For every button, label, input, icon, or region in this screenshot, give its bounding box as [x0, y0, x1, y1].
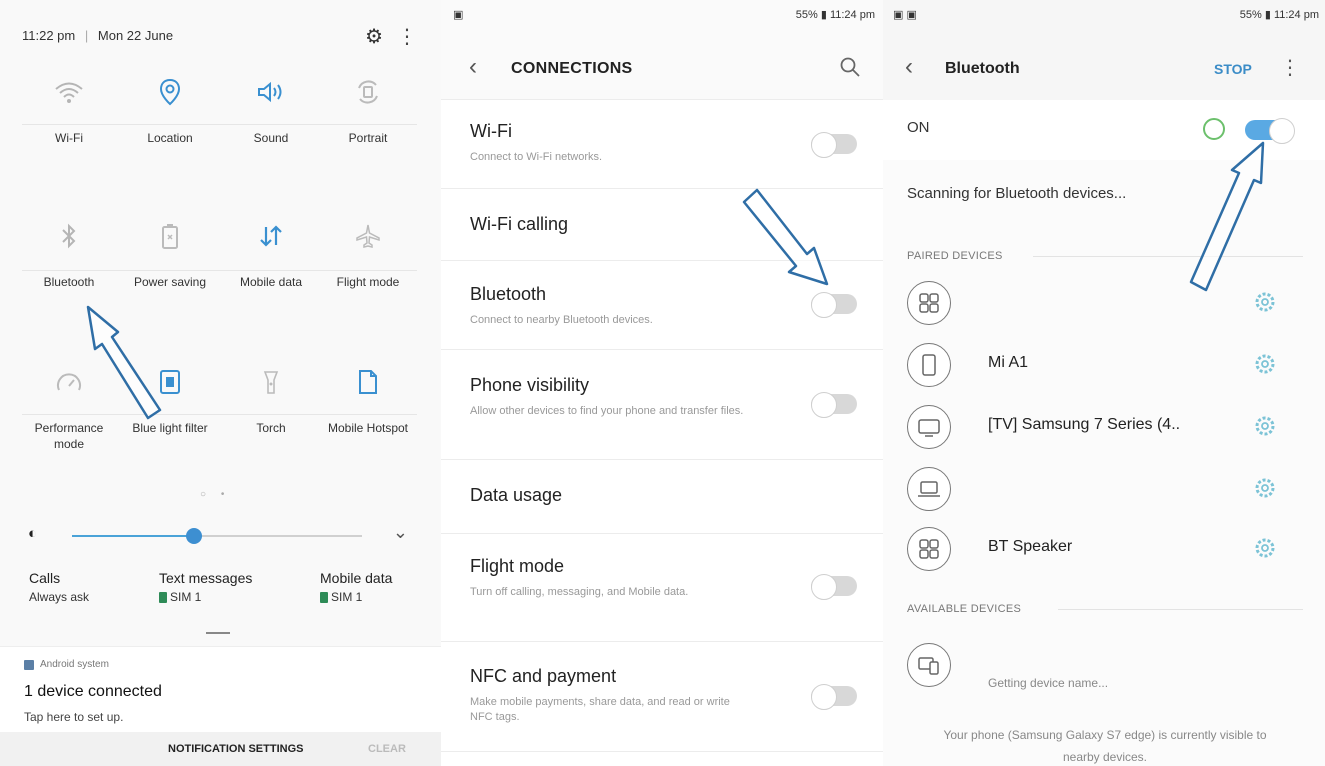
row-nfc-payment[interactable]: NFC and payment Make mobile payments, sh…	[441, 642, 883, 752]
connections-panel: ▣ 55% ▮ 11:24 pm ‹ CONNECTIONS Wi-Fi Con…	[441, 0, 883, 766]
clear-button[interactable]: CLEAR	[368, 743, 406, 755]
paired-device-2[interactable]: Mi A1	[883, 338, 1325, 392]
status-bar: 55% ▮ 11:24 pm	[795, 9, 875, 21]
row-bluetooth[interactable]: Bluetooth Connect to nearby Bluetooth de…	[441, 261, 883, 350]
rotate-icon	[358, 80, 378, 104]
available-device-name: Getting device name...	[988, 676, 1109, 690]
more-vert-icon[interactable]: ⋮	[397, 24, 417, 49]
tile-mobile-data[interactable]: Mobile data	[221, 216, 321, 290]
mobile-data-icon	[260, 225, 282, 247]
page-title: CONNECTIONS	[511, 60, 633, 77]
sim-calls[interactable]: Calls Always ask	[29, 570, 89, 604]
tv-icon	[907, 405, 951, 449]
flight-mode-toggle[interactable]	[811, 574, 857, 600]
brightness-slider[interactable]	[72, 528, 362, 544]
drag-handle[interactable]	[206, 632, 230, 634]
brightness-row: ◐ ⌄	[28, 522, 418, 548]
back-icon[interactable]: ‹	[905, 55, 913, 79]
scanning-indicator-icon	[1203, 118, 1225, 140]
hotspot-icon	[359, 370, 377, 394]
row-wifi[interactable]: Wi-Fi Connect to Wi-Fi networks.	[441, 100, 883, 189]
scanning-status: Scanning for Bluetooth devices...	[907, 185, 1127, 202]
tile-torch[interactable]: Torch	[221, 362, 321, 436]
sound-icon	[258, 81, 282, 103]
sim-card-icon	[159, 591, 167, 603]
row-phone-visibility[interactable]: Phone visibility Allow other devices to …	[441, 350, 883, 460]
battery-icon	[162, 224, 178, 249]
phone-visibility-toggle[interactable]	[811, 392, 857, 418]
row-flight-mode[interactable]: Flight mode Turn off calling, messaging,…	[441, 534, 883, 642]
device-settings-gear-icon[interactable]	[1253, 290, 1277, 319]
chevron-down-icon[interactable]: ⌄	[393, 522, 408, 543]
row-wifi-calling[interactable]: Wi-Fi calling	[441, 189, 883, 261]
sim-mobile-data[interactable]: Mobile data SIM 1	[320, 570, 392, 604]
blue-light-icon	[160, 370, 180, 394]
page-indicator: ○ •	[200, 489, 231, 500]
bluetooth-on-row[interactable]: ON	[883, 100, 1325, 160]
paired-devices-header: PAIRED DEVICES	[907, 250, 1003, 262]
tile-power-saving[interactable]: Power saving	[120, 216, 220, 290]
device-settings-gear-icon[interactable]	[1253, 352, 1277, 381]
notification-icon: ▣	[453, 9, 464, 21]
notification-title: 1 device connected	[24, 683, 162, 700]
stop-button[interactable]: STOP	[1214, 61, 1252, 77]
airplane-icon	[356, 224, 380, 248]
tile-blue-light-filter[interactable]: Blue light filter	[120, 362, 220, 436]
more-vert-icon[interactable]: ⋮	[1280, 55, 1300, 80]
back-icon[interactable]: ‹	[469, 55, 477, 79]
available-devices-header: AVAILABLE DEVICES	[907, 603, 1022, 615]
tile-location[interactable]: Location	[120, 72, 220, 146]
page-title: Bluetooth	[945, 60, 1020, 77]
row-data-usage[interactable]: Data usage	[441, 460, 883, 534]
tile-mobile-hotspot[interactable]: Mobile Hotspot	[318, 362, 418, 436]
grid-device-icon	[907, 527, 951, 571]
quick-settings-header: 11:22 pm | Mon 22 June ⚙ ⋮	[22, 26, 421, 48]
bluetooth-toggle[interactable]	[811, 292, 857, 318]
sim-text-messages[interactable]: Text messages SIM 1	[159, 570, 252, 604]
tile-flight-mode[interactable]: Flight mode	[318, 216, 418, 290]
nfc-toggle[interactable]	[811, 684, 857, 710]
brightness-icon: ◐	[28, 525, 38, 542]
android-system-icon	[24, 659, 34, 670]
paired-device-4[interactable]	[883, 462, 1325, 516]
phone-icon	[907, 343, 951, 387]
status-bar: 55% ▮ 11:24 pm	[1239, 9, 1319, 21]
bluetooth-panel: ▣ ▣ 55% ▮ 11:24 pm ‹ Bluetooth STOP ⋮ ON…	[883, 0, 1325, 766]
devices-icon	[907, 643, 951, 687]
notification-card[interactable]: Android system 1 device connected Tap he…	[0, 646, 441, 766]
grid-device-icon	[907, 281, 951, 325]
visibility-footer: Your phone (Samsung Galaxy S7 edge) is c…	[943, 728, 1267, 764]
tile-wifi[interactable]: Wi-Fi	[19, 72, 119, 146]
tile-bluetooth[interactable]: Bluetooth	[19, 216, 119, 290]
quick-settings-panel: 11:22 pm | Mon 22 June ⚙ ⋮ Wi-Fi Locatio…	[0, 0, 441, 766]
notification-settings-button[interactable]: NOTIFICATION SETTINGS	[168, 743, 303, 755]
bluetooth-master-toggle[interactable]	[1245, 118, 1295, 144]
paired-device-3[interactable]: [TV] Samsung 7 Series (4..	[883, 400, 1325, 454]
speedometer-icon	[57, 373, 81, 391]
device-settings-gear-icon[interactable]	[1253, 414, 1277, 443]
location-icon	[159, 78, 181, 106]
tile-performance-mode[interactable]: Performance mode	[19, 362, 119, 452]
gear-icon[interactable]: ⚙	[365, 24, 383, 49]
brightness-knob[interactable]	[185, 528, 202, 544]
laptop-icon	[907, 467, 951, 511]
device-settings-gear-icon[interactable]	[1253, 536, 1277, 565]
notification-icon: ▣ ▣	[893, 9, 917, 21]
bluetooth-icon	[62, 223, 76, 249]
torch-icon	[263, 371, 279, 394]
tile-sound[interactable]: Sound	[221, 72, 321, 146]
sim-card-icon	[320, 591, 328, 603]
device-settings-gear-icon[interactable]	[1253, 476, 1277, 505]
tile-portrait[interactable]: Portrait	[318, 72, 418, 146]
wifi-toggle[interactable]	[811, 132, 857, 158]
paired-device-5[interactable]: BT Speaker	[883, 522, 1325, 576]
search-icon[interactable]	[839, 56, 861, 83]
date-time: 11:22 pm | Mon 22 June	[22, 28, 174, 43]
wifi-icon	[55, 82, 83, 103]
notification-subtitle: Tap here to set up.	[24, 710, 124, 724]
paired-device-1[interactable]	[883, 276, 1325, 330]
